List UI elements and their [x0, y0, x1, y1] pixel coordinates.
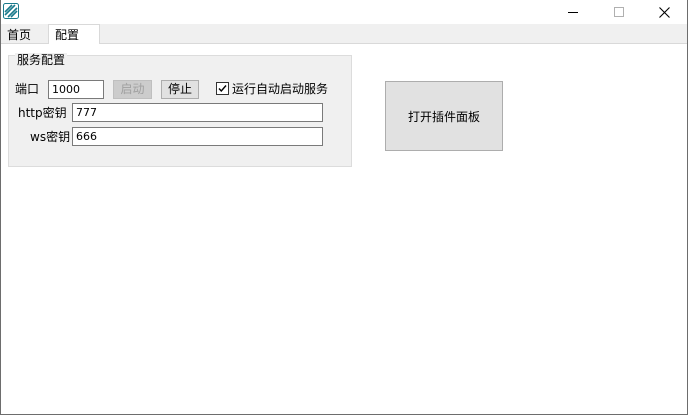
app-window: 首页 配置 服务配置 端口 启动 停止 运行自动启动服务 http密钥 ws密钥… — [0, 0, 688, 415]
port-label: 端口 — [15, 82, 40, 96]
open-plugin-panel-button[interactable]: 打开插件面板 — [385, 81, 503, 151]
port-input[interactable] — [48, 80, 104, 99]
config-page: 服务配置 端口 启动 停止 运行自动启动服务 http密钥 ws密钥 打开插件面… — [1, 44, 687, 414]
autostart-label: 运行自动启动服务 — [232, 82, 329, 96]
autostart-checkbox[interactable] — [216, 82, 229, 95]
close-icon — [658, 6, 670, 18]
maximize-icon — [614, 7, 624, 17]
group-title: 服务配置 — [15, 53, 68, 67]
ws-key-label: ws密钥 — [30, 130, 71, 144]
stop-button[interactable]: 停止 — [161, 80, 199, 99]
checkmark-icon — [218, 85, 227, 93]
minimize-button[interactable] — [550, 0, 596, 24]
http-key-label: http密钥 — [18, 106, 67, 120]
app-stripes-icon — [3, 3, 19, 19]
tab-config[interactable]: 配置 — [48, 24, 100, 45]
tab-home[interactable]: 首页 — [1, 26, 47, 44]
service-config-group: 服务配置 端口 启动 停止 运行自动启动服务 http密钥 ws密钥 — [8, 53, 352, 167]
start-button[interactable]: 启动 — [113, 80, 152, 99]
close-button[interactable] — [641, 0, 687, 24]
maximize-button[interactable] — [596, 0, 642, 24]
ws-key-input[interactable] — [72, 127, 323, 146]
title-bar[interactable] — [1, 0, 687, 24]
minimize-icon — [568, 7, 578, 17]
tab-strip: 首页 配置 — [1, 24, 687, 45]
http-key-input[interactable] — [72, 103, 323, 122]
